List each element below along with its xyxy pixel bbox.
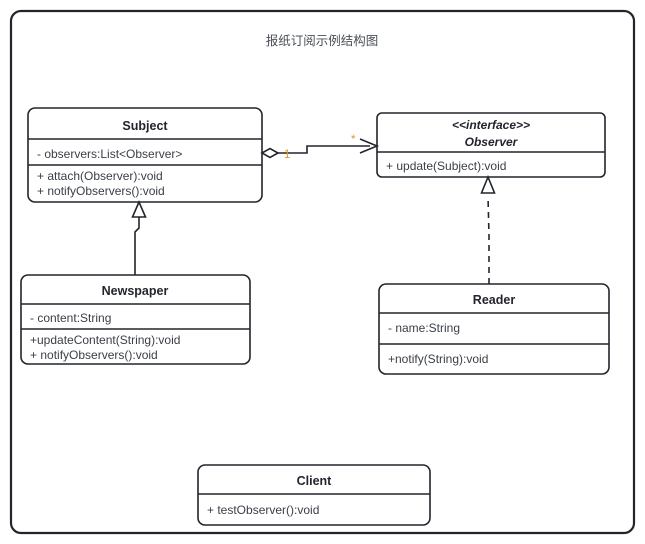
newspaper-method-1: +updateContent(String):void (30, 333, 180, 347)
multiplicity-target: * (351, 134, 356, 146)
relation-subject-observer[interactable]: 1 * (260, 134, 380, 161)
subject-class-name: Subject (122, 119, 168, 133)
relation-reader-observer[interactable] (480, 174, 496, 284)
client-method-1: + testObserver():void (207, 503, 319, 517)
client-class-name: Client (297, 474, 333, 488)
reader-observer-line (487, 195, 490, 284)
newspaper-method-2: + notifyObservers():void (30, 348, 158, 362)
reader-method-1: +notify(String):void (388, 352, 488, 366)
diagram-canvas: 报纸订阅示例结构图 Subject - observers:List<Obser… (0, 0, 645, 544)
class-box-client[interactable]: Client + testObserver():void (197, 464, 431, 526)
realization-triangle-icon (480, 174, 496, 194)
subject-attribute: - observers:List<Observer> (37, 147, 182, 161)
newspaper-class-name: Newspaper (102, 284, 169, 298)
generalization-triangle-icon (131, 199, 147, 218)
reader-class-name: Reader (473, 293, 516, 307)
observer-stereotype: <<interface>> (452, 118, 530, 132)
class-box-observer[interactable]: <<interface>> Observer + update(Subject)… (376, 112, 606, 178)
newspaper-attribute: - content:String (30, 311, 111, 325)
multiplicity-source: 1 (284, 149, 290, 161)
class-box-subject[interactable]: Subject - observers:List<Observer> + att… (27, 107, 263, 203)
subject-method-1: + attach(Observer):void (37, 169, 163, 183)
subject-observer-line (278, 145, 370, 154)
subject-method-2: + notifyObservers():void (37, 184, 165, 198)
newspaper-subject-line (134, 217, 140, 275)
class-box-newspaper[interactable]: Newspaper - content:String +updateConten… (20, 274, 251, 365)
relation-newspaper-subject[interactable] (131, 199, 147, 275)
diagram-frame (9, 9, 636, 535)
class-box-reader[interactable]: Reader - name:String +notify(String):voi… (378, 283, 610, 375)
uml-class-diagram: 报纸订阅示例结构图 Subject - observers:List<Obser… (9, 9, 636, 535)
observer-class-name: Observer (465, 135, 519, 149)
observer-method-1: + update(Subject):void (386, 159, 506, 173)
aggregation-diamond-icon (260, 147, 280, 159)
diagram-title: 报纸订阅示例结构图 (266, 33, 379, 48)
reader-attribute: - name:String (388, 321, 460, 335)
